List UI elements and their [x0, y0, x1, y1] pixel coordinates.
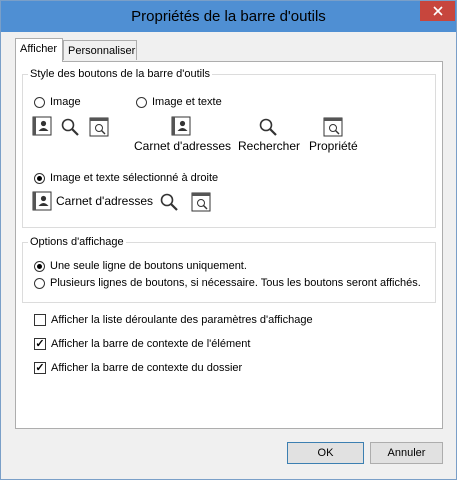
properties-icon: [191, 192, 211, 212]
display-options-group: Options d'affichage Une seule ligne de b…: [22, 236, 436, 303]
checkbox-item-context-bar[interactable]: ✓: [34, 338, 46, 350]
display-options-legend: Options d'affichage: [28, 236, 126, 248]
preview-search-label: Rechercher: [238, 139, 301, 153]
radio-single-line-label: Une seule ligne de boutons uniquement.: [50, 260, 247, 272]
tab-panel-afficher: Style des boutons de la barre d'outils I…: [15, 61, 443, 429]
preview-right-address-book-label: Carnet d'adresses: [56, 194, 154, 208]
properties-icon: [89, 117, 109, 137]
magnifier-icon: [61, 118, 79, 136]
radio-image[interactable]: [34, 97, 45, 108]
checkbox-folder-context-bar[interactable]: ✓: [34, 362, 46, 374]
close-button[interactable]: [420, 1, 455, 21]
tab-personnaliser-label: Personnaliser: [68, 45, 136, 57]
radio-image-text-label: Image et texte: [152, 96, 222, 108]
dialog-client: Afficher Personnaliser Style des boutons…: [9, 32, 448, 471]
magnifier-icon: [160, 193, 178, 211]
checkbox-display-settings-list-label: Afficher la liste déroulante des paramèt…: [51, 314, 313, 326]
radio-multi-line-label: Plusieurs lignes de boutons, si nécessai…: [50, 277, 421, 289]
button-style-legend: Style des boutons de la barre d'outils: [28, 68, 213, 80]
checkbox-folder-context-bar-label: Afficher la barre de contexte du dossier: [51, 362, 243, 374]
address-book-icon: [32, 191, 52, 211]
radio-image-text-right-label: Image et texte sélectionné à droite: [50, 172, 219, 184]
tab-personnaliser[interactable]: Personnaliser: [63, 40, 137, 60]
preview-properties-label: Propriété: [309, 139, 358, 153]
checkbox-display-settings-list[interactable]: [34, 314, 46, 326]
close-icon: [432, 6, 443, 16]
magnifier-icon: [259, 118, 277, 136]
radio-image-text[interactable]: [136, 97, 147, 108]
radio-image-label: Image: [50, 96, 81, 108]
radio-single-line[interactable]: [34, 261, 45, 272]
title-bar[interactable]: Propriétés de la barre d'outils: [1, 1, 456, 32]
ok-button[interactable]: OK: [287, 442, 364, 464]
radio-multi-line[interactable]: [34, 278, 45, 289]
checkbox-item-context-bar-label: Afficher la barre de contexte de l'éléme…: [51, 338, 251, 350]
dialog-window: Propriétés de la barre d'outils Afficher…: [0, 0, 457, 480]
preview-address-book-label: Carnet d'adresses: [134, 139, 232, 153]
window-title: Propriétés de la barre d'outils: [131, 8, 326, 25]
address-book-icon: [171, 116, 191, 136]
tab-afficher-label: Afficher: [20, 43, 58, 55]
cancel-button[interactable]: Annuler: [370, 442, 443, 464]
radio-image-text-right[interactable]: [34, 173, 45, 184]
tab-afficher[interactable]: Afficher: [15, 38, 63, 62]
button-style-group: Style des boutons de la barre d'outils I…: [22, 68, 436, 228]
address-book-icon: [32, 116, 52, 136]
properties-icon: [323, 117, 343, 137]
